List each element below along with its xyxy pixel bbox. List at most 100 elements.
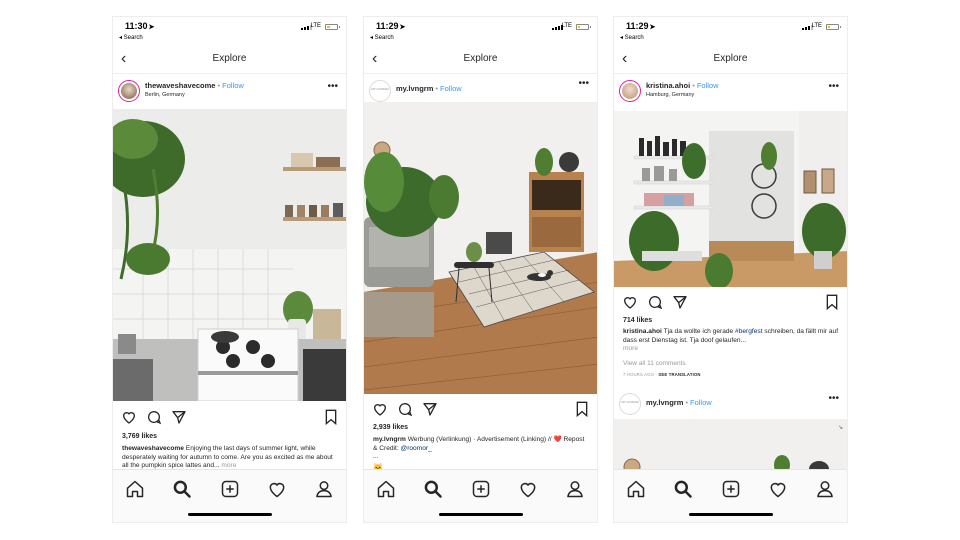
search-icon[interactable] — [673, 479, 693, 499]
caption-username[interactable]: my.lvngrm — [373, 436, 406, 443]
more-options-icon[interactable]: ••• — [578, 78, 589, 89]
post-location[interactable]: Berlin, Germany — [145, 92, 185, 98]
phone-screen-1: 11:30➤ ◂ Search LTE ‹ Explore thewavesha… — [112, 16, 347, 523]
caption-more-link[interactable]: more — [623, 345, 638, 352]
nav-bar: ‹ Explore — [113, 47, 346, 74]
bookmark-icon[interactable] — [575, 401, 589, 417]
home-indicator[interactable] — [688, 513, 773, 516]
hashtag-link[interactable]: #bergfest — [735, 328, 763, 335]
avatar[interactable] — [118, 80, 140, 102]
back-to-app-link[interactable]: ◂ Search — [620, 34, 644, 41]
new-post-icon[interactable] — [471, 479, 491, 499]
bookmark-icon[interactable] — [825, 294, 839, 310]
nav-bar: ‹ Explore — [614, 47, 847, 74]
bottom-tab-bar — [364, 469, 597, 522]
username-link[interactable]: my.lvngrm — [396, 84, 433, 93]
avatar-brand-text: MY LIVINGR — [371, 87, 389, 91]
activity-heart-icon[interactable] — [267, 479, 287, 499]
post-location[interactable]: Hamburg, Germany — [646, 92, 694, 98]
follow-button[interactable]: Follow — [440, 84, 462, 93]
post-actions — [113, 409, 346, 429]
comment-icon[interactable] — [397, 401, 413, 417]
back-to-app-link[interactable]: ◂ Search — [370, 34, 394, 41]
home-icon[interactable] — [626, 479, 646, 499]
like-heart-icon[interactable] — [372, 401, 388, 417]
comment-icon[interactable] — [146, 409, 162, 425]
activity-heart-icon[interactable] — [768, 479, 788, 499]
bookmark-icon[interactable] — [324, 409, 338, 425]
username-link[interactable]: thewaveshavecome — [145, 81, 215, 90]
avatar[interactable] — [619, 80, 641, 102]
phone-screen-2: 11:29➤ ◂ Search LTE ‹ Explore MY LIVINGR… — [363, 16, 598, 523]
activity-heart-icon[interactable] — [518, 479, 538, 499]
post-photo[interactable] — [614, 111, 847, 287]
post-username-line: my.lvngrm • Follow — [646, 398, 712, 407]
like-heart-icon[interactable] — [121, 409, 137, 425]
more-options-icon[interactable]: ••• — [828, 81, 839, 92]
post-photo[interactable] — [113, 109, 346, 401]
post-actions — [614, 294, 847, 314]
bottom-tab-bar — [614, 469, 847, 522]
kitchen-photo-image — [113, 109, 346, 401]
view-all-comments-link[interactable]: View all 11 comments — [623, 360, 686, 367]
caption-mention-link[interactable]: @roomor_ — [401, 445, 432, 452]
home-icon[interactable] — [125, 479, 145, 499]
next-post-header: MY LIVINGR my.lvngrm • Follow ••• — [614, 387, 847, 423]
follow-button[interactable]: Follow — [222, 81, 244, 90]
next-post-photo[interactable]: ↘ — [614, 419, 847, 473]
network-label: LTE — [811, 23, 822, 29]
battery-icon — [826, 24, 841, 30]
back-to-app-link[interactable]: ◂ Search — [119, 34, 143, 41]
comment-icon[interactable] — [647, 294, 663, 310]
avatar[interactable]: MY LIVINGR — [369, 80, 391, 102]
battery-icon — [325, 24, 340, 30]
see-translation-link[interactable]: SEE TRANSLATION — [658, 372, 700, 377]
share-paper-plane-icon[interactable] — [672, 294, 688, 310]
status-time: 11:29➤ — [626, 21, 656, 31]
caption-username[interactable]: kristina.ahoi — [623, 328, 662, 335]
like-count[interactable]: 2,939 likes — [373, 424, 408, 431]
bottom-tab-bar — [113, 469, 346, 522]
follow-button[interactable]: Follow — [697, 81, 719, 90]
page-title: Explore — [713, 53, 748, 64]
search-icon[interactable] — [423, 479, 443, 499]
status-time: 11:30➤ — [125, 21, 155, 31]
more-options-icon[interactable]: ••• — [828, 393, 839, 404]
nav-bar: ‹ Explore — [364, 47, 597, 74]
post-photo[interactable] — [364, 102, 597, 394]
status-time: 11:29➤ — [376, 21, 406, 31]
post-time-ago: 7 HOURS AGO — [623, 372, 655, 377]
post-header: thewaveshavecome • Follow Berlin, Germany … — [113, 74, 346, 110]
post-caption: my.lvngrm Werbung (Verlinkung) · Adverti… — [373, 436, 585, 461]
post-username-line: kristina.ahoi • Follow — [646, 81, 719, 90]
share-paper-plane-icon[interactable] — [171, 409, 187, 425]
new-post-icon[interactable] — [220, 479, 240, 499]
profile-icon[interactable] — [565, 479, 585, 499]
like-heart-icon[interactable] — [622, 294, 638, 310]
share-paper-plane-icon[interactable] — [422, 401, 438, 417]
search-icon[interactable] — [172, 479, 192, 499]
network-label: LTE — [561, 23, 572, 29]
like-count[interactable]: 3,769 likes — [122, 433, 157, 440]
status-bar: 11:30➤ ◂ Search LTE — [113, 17, 346, 47]
caption-username[interactable]: thewaveshavecome — [122, 445, 184, 452]
page-title: Explore — [463, 53, 498, 64]
new-post-icon[interactable] — [721, 479, 741, 499]
status-bar: 11:29➤ ◂ Search LTE — [614, 17, 847, 47]
post-username-line: my.lvngrm • Follow — [396, 84, 462, 93]
like-count[interactable]: 714 likes — [623, 317, 652, 324]
home-indicator[interactable] — [438, 513, 523, 516]
username-link[interactable]: my.lvngrm — [646, 398, 683, 407]
home-icon[interactable] — [376, 479, 396, 499]
profile-icon[interactable] — [815, 479, 835, 499]
profile-icon[interactable] — [314, 479, 334, 499]
username-link[interactable]: kristina.ahoi — [646, 81, 690, 90]
next-living-room-photo-image: ↘ — [614, 419, 847, 473]
home-indicator[interactable] — [187, 513, 272, 516]
more-options-icon[interactable]: ••• — [327, 81, 338, 92]
avatar[interactable]: MY LIVINGR — [619, 393, 641, 415]
follow-button[interactable]: Follow — [690, 398, 712, 407]
avatar-brand-text: MY LIVINGR — [621, 400, 639, 404]
page-title: Explore — [212, 53, 247, 64]
post-header: kristina.ahoi • Follow Hamburg, Germany ••… — [614, 74, 847, 110]
